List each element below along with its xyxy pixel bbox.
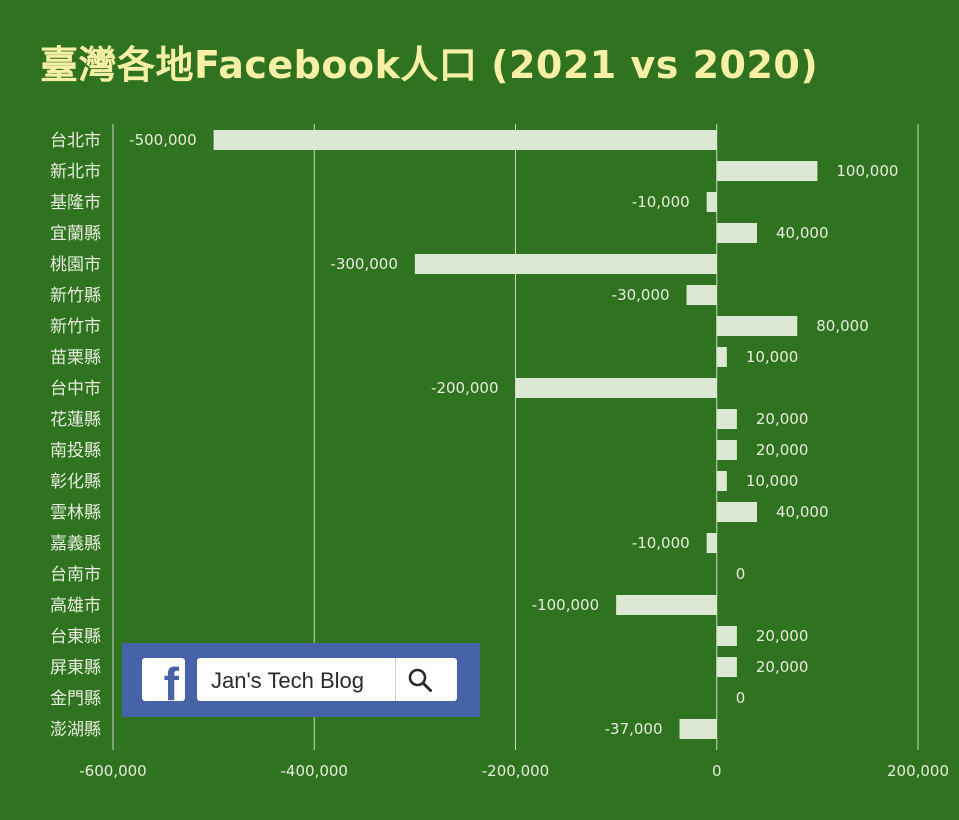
- value-label: 20,000: [756, 441, 809, 459]
- value-label: 0: [736, 565, 746, 583]
- bar: [515, 378, 717, 398]
- blog-name-text: Jan's Tech Blog: [211, 668, 365, 693]
- bar: [716, 471, 727, 491]
- category-label: 台北市: [50, 131, 101, 151]
- bar: [706, 533, 717, 553]
- category-label: 基隆市: [50, 193, 101, 213]
- category-label: 嘉義縣: [50, 534, 101, 554]
- bar: [213, 130, 717, 150]
- value-label: 100,000: [836, 162, 898, 180]
- category-label: 苗栗縣: [50, 348, 101, 368]
- category-label: 新北市: [50, 162, 101, 182]
- category-label: 桃園市: [50, 255, 101, 275]
- category-label: 彰化縣: [50, 472, 101, 492]
- facebook-f-icon: f: [142, 658, 185, 701]
- value-label: -37,000: [605, 720, 663, 738]
- value-label: 40,000: [776, 224, 829, 242]
- bar: [716, 626, 737, 646]
- value-label: 20,000: [756, 627, 809, 645]
- category-label: 高雄市: [50, 596, 101, 616]
- bar: [716, 161, 818, 181]
- bar: [716, 657, 737, 677]
- bar: [716, 440, 737, 460]
- x-tick-label: 0: [712, 762, 722, 780]
- category-label: 新竹縣: [50, 286, 101, 306]
- x-tick-label: -200,000: [482, 762, 549, 780]
- x-tick-label: -600,000: [79, 762, 146, 780]
- value-label: 40,000: [776, 503, 829, 521]
- bar: [686, 285, 717, 305]
- value-label: -100,000: [532, 596, 599, 614]
- category-label: 花蓮縣: [50, 410, 101, 430]
- bar: [716, 223, 757, 243]
- blog-badge[interactable]: f Jan's Tech Blog: [122, 643, 480, 717]
- value-label: -300,000: [330, 255, 397, 273]
- bar: [706, 192, 717, 212]
- value-label: 0: [736, 689, 746, 707]
- value-label: 80,000: [816, 317, 869, 335]
- category-label: 澎湖縣: [50, 720, 101, 740]
- value-label: 20,000: [756, 658, 809, 676]
- search-box[interactable]: Jan's Tech Blog: [197, 658, 457, 701]
- category-label: 宜蘭縣: [50, 224, 101, 244]
- value-label: -10,000: [632, 534, 690, 552]
- bar: [716, 502, 757, 522]
- bar: [679, 719, 717, 739]
- value-label: 10,000: [746, 348, 799, 366]
- x-tick-label: -400,000: [281, 762, 348, 780]
- bar: [616, 595, 717, 615]
- value-label: -200,000: [431, 379, 498, 397]
- bar: [716, 347, 727, 367]
- x-tick-label: 200,000: [887, 762, 949, 780]
- category-label: 屏東縣: [50, 658, 101, 678]
- value-label: -30,000: [612, 286, 670, 304]
- category-label: 雲林縣: [50, 503, 101, 523]
- category-label: 新竹市: [50, 317, 101, 337]
- value-label: 10,000: [746, 472, 799, 490]
- search-divider: [395, 658, 396, 701]
- value-label: -500,000: [129, 131, 196, 149]
- category-label: 南投縣: [50, 441, 101, 461]
- bar: [716, 316, 798, 336]
- value-label: -10,000: [632, 193, 690, 211]
- category-label: 台中市: [50, 379, 101, 399]
- bar: [414, 254, 717, 274]
- category-label: 金門縣: [50, 689, 101, 709]
- category-label: 台東縣: [50, 627, 101, 647]
- value-label: 20,000: [756, 410, 809, 428]
- category-label: 台南市: [50, 565, 101, 585]
- search-icon[interactable]: [407, 667, 433, 693]
- bar: [716, 409, 737, 429]
